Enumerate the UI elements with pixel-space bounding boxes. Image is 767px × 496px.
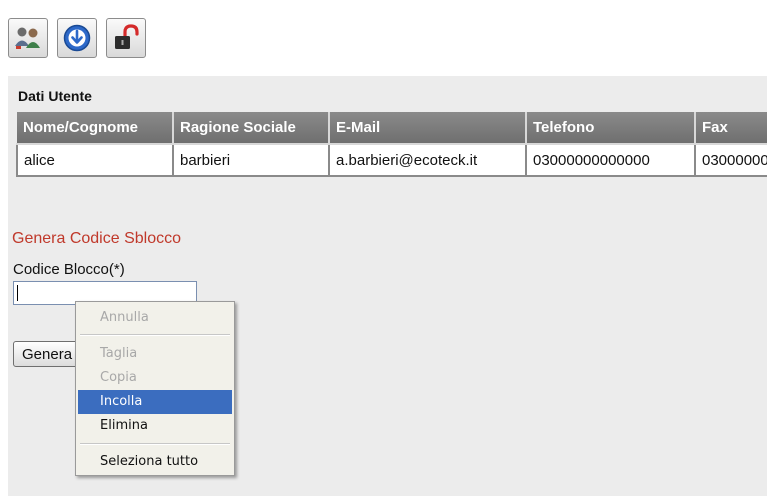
users-table: Nome/Cognome Ragione Sociale E-Mail Tele… — [16, 112, 767, 177]
cell-phone: 03000000000000 — [526, 144, 696, 177]
column-header-company[interactable]: Ragione Sociale — [173, 112, 330, 145]
menu-separator — [80, 334, 230, 336]
menu-item-delete[interactable]: Elimina — [78, 414, 232, 438]
column-header-phone[interactable]: Telefono — [526, 112, 696, 145]
column-header-fax[interactable]: Fax — [695, 112, 767, 145]
text-caret — [17, 285, 18, 301]
unlock-icon — [115, 24, 139, 49]
column-header-email[interactable]: E-Mail — [329, 112, 527, 145]
users-button[interactable] — [8, 18, 48, 58]
unlock-section-title: Genera Codice Sblocco — [12, 230, 181, 247]
cell-fax: 03000000000000 — [695, 144, 767, 177]
unlock-button[interactable] — [106, 18, 146, 58]
menu-item-select-all[interactable]: Seleziona tutto — [78, 450, 232, 474]
cell-name: alice — [16, 144, 174, 177]
menu-item-copy: Copia — [100, 370, 137, 385]
download-icon — [63, 24, 91, 52]
menu-item-undo: Annulla — [100, 310, 149, 325]
menu-item-cut: Taglia — [100, 346, 138, 361]
table-row[interactable]: alice barbieri a.barbieri@ecoteck.it 030… — [16, 144, 767, 177]
cell-company: barbieri — [173, 144, 330, 177]
menu-separator — [80, 443, 230, 445]
column-header-name[interactable]: Nome/Cognome — [17, 112, 174, 145]
table-header-row: Nome/Cognome Ragione Sociale E-Mail Tele… — [17, 112, 767, 145]
context-menu: Annulla Taglia Copia Incolla Elimina Sel… — [75, 301, 235, 476]
section-title: Dati Utente — [18, 88, 92, 104]
menu-item-paste[interactable]: Incolla — [78, 390, 232, 414]
cell-email: a.barbieri@ecoteck.it — [329, 144, 527, 177]
block-code-label: Codice Blocco(*) — [13, 261, 125, 278]
download-button[interactable] — [57, 18, 97, 58]
users-icon — [15, 27, 40, 49]
